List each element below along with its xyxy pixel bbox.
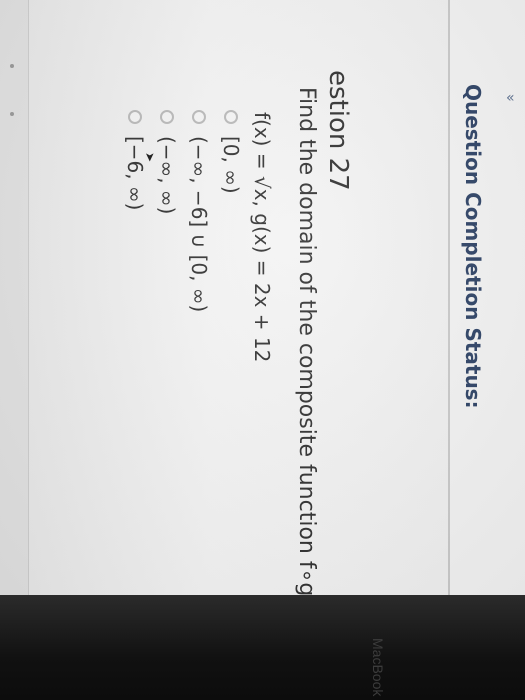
- rail-marker: [10, 64, 14, 68]
- question-prompt: Find the domain of the composite functio…: [294, 87, 319, 604]
- completion-status-title: Question Completion Status:: [461, 84, 485, 409]
- radio-button-icon[interactable]: [128, 110, 142, 124]
- question-number: estion 27: [323, 70, 353, 191]
- laptop-brand-label: MacBook Pro: [370, 638, 386, 700]
- answer-option-label: [−6, ∞): [123, 136, 147, 211]
- answer-option[interactable]: (−∞, ∞): [155, 110, 179, 214]
- collapse-chevron-icon[interactable]: «: [506, 90, 515, 106]
- laptop-screen: « Question Completion Status: estion 27 …: [0, 0, 525, 640]
- radio-button-icon[interactable]: [192, 110, 206, 124]
- photo-stage: « Question Completion Status: estion 27 …: [0, 0, 525, 700]
- answer-option-label: [0, ∞): [219, 136, 243, 194]
- left-scroll-rail[interactable]: [0, 0, 29, 600]
- radio-button-icon[interactable]: [224, 110, 238, 124]
- laptop-bezel: [0, 595, 525, 700]
- rail-marker: [10, 112, 14, 116]
- mouse-cursor-icon: ➤: [143, 152, 157, 163]
- function-definitions: f(x) = √x, g(x) = 2x + 12: [250, 112, 274, 363]
- radio-button-icon[interactable]: [160, 110, 174, 124]
- answer-option-label: (−∞, −6] ∪ [0, ∞): [187, 136, 211, 313]
- answer-option[interactable]: [0, ∞): [219, 110, 243, 194]
- answer-option-label: (−∞, ∞): [155, 136, 179, 215]
- answer-option[interactable]: (−∞, −6] ∪ [0, ∞): [187, 110, 211, 312]
